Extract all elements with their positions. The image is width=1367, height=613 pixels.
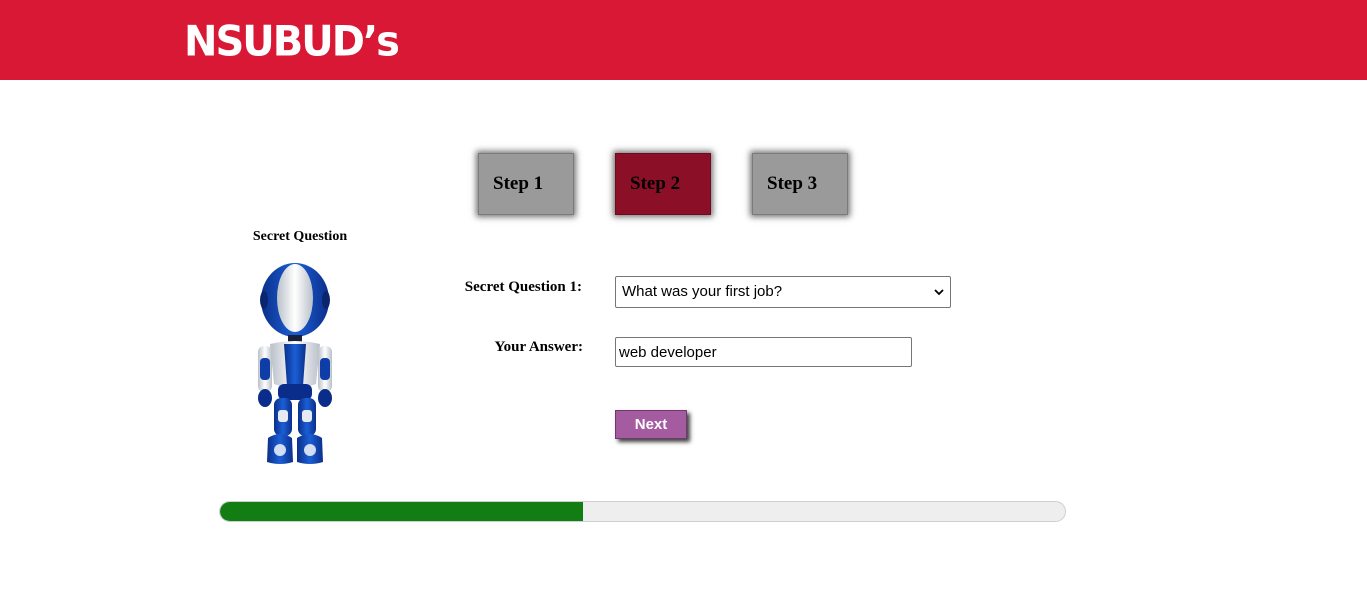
answer-label: Your Answer: bbox=[494, 339, 583, 355]
step-3-tab[interactable]: Step 3 bbox=[752, 153, 848, 215]
progress-bar bbox=[219, 501, 1066, 522]
next-button[interactable]: Next bbox=[615, 410, 687, 439]
chevron-down-icon bbox=[934, 289, 944, 296]
sidebar-title: Secret Question bbox=[252, 229, 348, 244]
secret-question-selected-value: What was your first job? bbox=[622, 283, 783, 300]
step-1-tab[interactable]: Step 1 bbox=[478, 153, 574, 215]
secret-question-select[interactable]: What was your first job? bbox=[615, 276, 951, 308]
site-logo[interactable]: NSUBUD’s bbox=[184, 14, 400, 70]
secret-question-label: Secret Question 1: bbox=[464, 279, 582, 295]
step-2-tab[interactable]: Step 2 bbox=[615, 153, 711, 215]
robot-illustration bbox=[258, 263, 332, 464]
answer-input[interactable] bbox=[615, 337, 912, 367]
progress-bar-fill bbox=[220, 502, 584, 521]
top-header: NSUBUD’s bbox=[0, 0, 1367, 80]
